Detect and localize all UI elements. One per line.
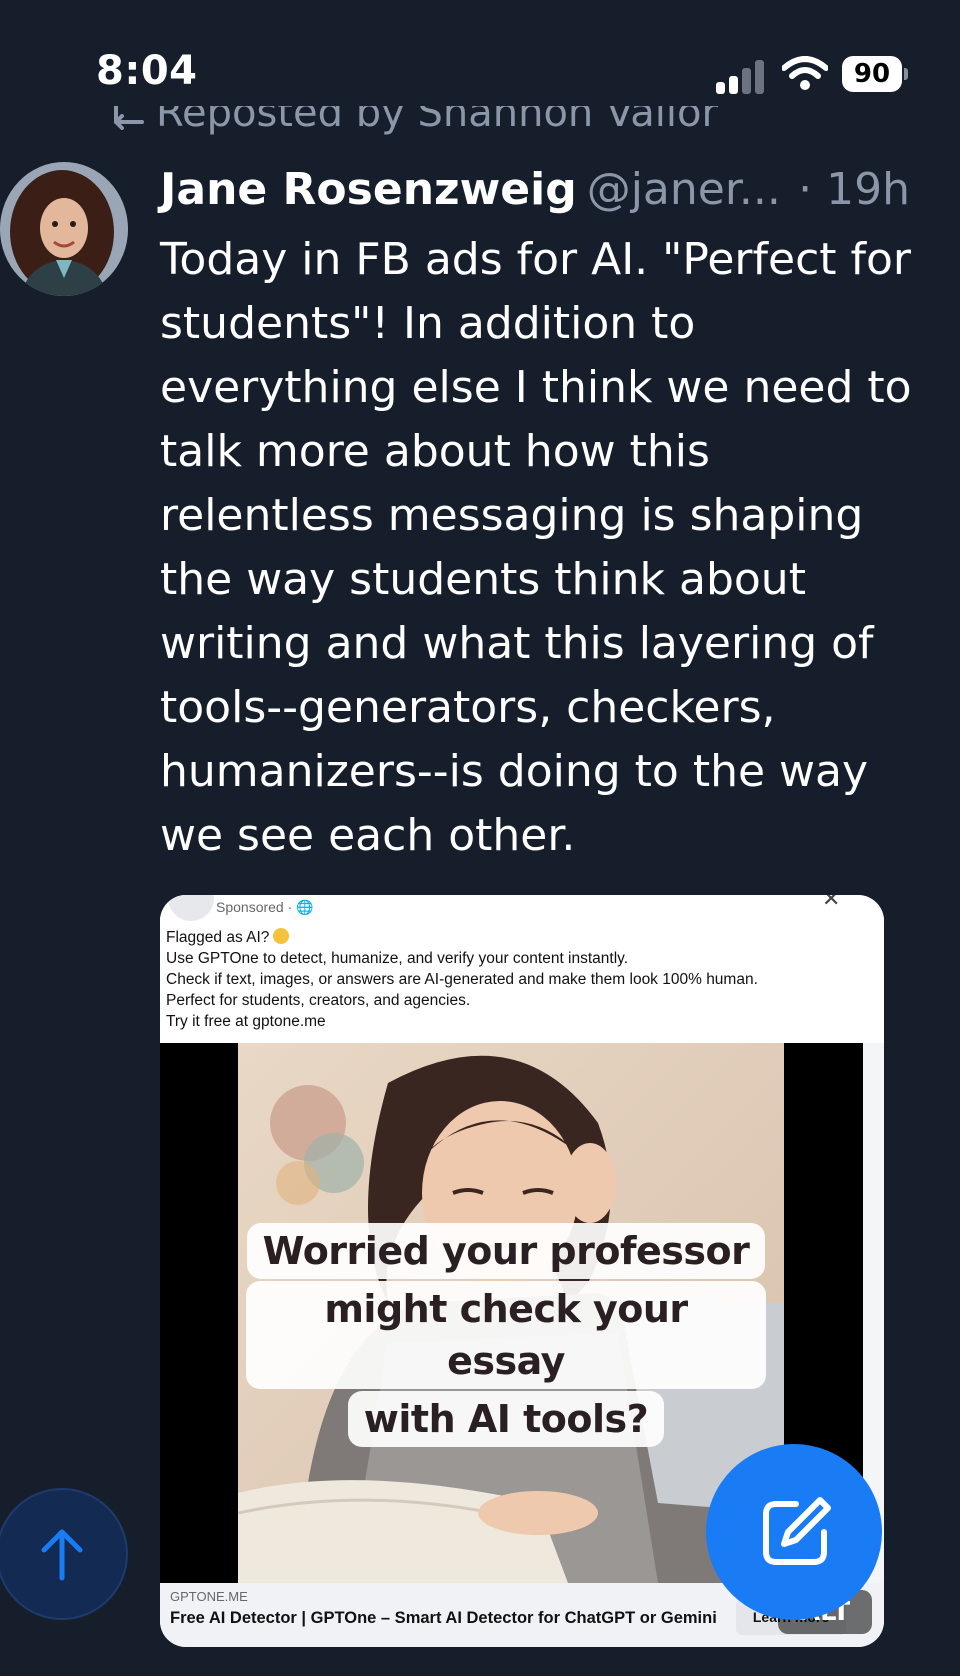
repost-text: Reposted by Shannon Vallor [156,106,718,136]
ad-domain: GPTONE.ME [170,1589,248,1604]
globe-icon: 🌐 [296,899,314,915]
author-avatar[interactable] [0,162,128,296]
overlay-line-2: might check your essay [246,1281,766,1389]
ad-line-5: Try it free at gptone.me [166,1013,326,1030]
compose-icon [763,1497,831,1565]
sponsored-label: Sponsored · [216,899,297,915]
more-options-icon: ··· [780,895,799,905]
battery-indicator: 90 [842,56,908,92]
scroll-to-top-button[interactable] [0,1488,128,1620]
close-icon: ✕ [822,895,841,912]
post-timestamp: · 19h [798,164,910,215]
ad-line-2: Use GPTOne to detect, humanize, and veri… [166,950,629,967]
ad-header: Sponsored · 🌐 ··· ✕ Flagged as AI? Use G… [160,895,884,1043]
status-time: 8:04 [96,48,198,94]
ad-line-4: Perfect for students, creators, and agen… [166,992,471,1009]
ad-headline: Free AI Detector | GPTOne – Smart AI Det… [170,1609,717,1627]
ad-line-3: Check if text, images, or answers are AI… [166,971,758,988]
battery-level: 90 [842,56,902,92]
overlay-line-1: Worried your professor [246,1223,766,1279]
cellular-signal-icon [716,58,768,94]
repost-icon [114,106,144,130]
author-handle[interactable]: @janer... [587,164,781,215]
wifi-icon [782,56,828,90]
emoji-icon [273,928,290,944]
ad-avatar [168,895,214,921]
arrow-up-icon [41,1529,83,1581]
ad-copy: Flagged as AI? Use GPTOne to detect, hum… [166,927,758,1032]
repost-indicator[interactable]: Reposted by Shannon Vallor [112,106,752,140]
overlay-line-3: with AI tools? [347,1391,665,1447]
post-text: Today in FB ads for AI. "Perfect for stu… [160,234,912,861]
author-name[interactable]: Jane Rosenzweig [160,164,577,215]
ad-line-1: Flagged as AI? [166,929,270,946]
status-bar: 8:04 90 [0,0,960,120]
compose-button[interactable] [706,1444,882,1620]
ad-overlay-caption: Worried your professor might check your … [246,1221,766,1447]
post-header: Jane Rosenzweig @janer... · 19h [160,160,920,220]
